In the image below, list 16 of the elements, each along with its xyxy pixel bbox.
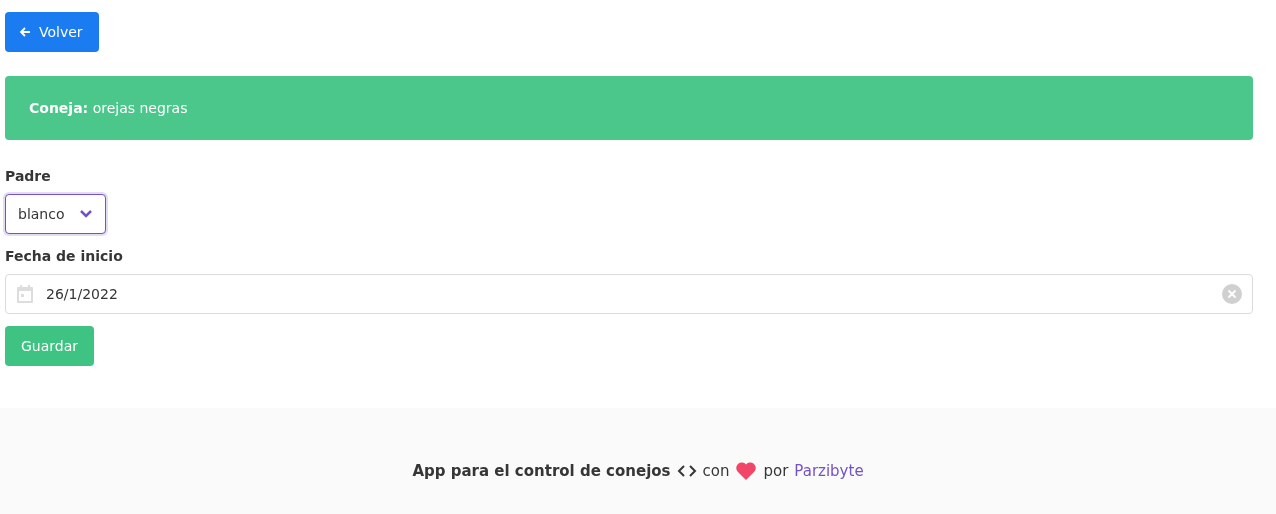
arrow-left-icon — [19, 26, 31, 38]
back-button[interactable]: Volver — [5, 12, 99, 52]
calendar-icon — [16, 284, 34, 304]
clear-icon[interactable] — [1222, 284, 1242, 304]
field-label: Padre — [5, 168, 51, 184]
father-select[interactable]: blanco — [5, 194, 106, 234]
notification: Coneja: orejas negras — [29, 100, 188, 116]
field-label: Fecha de inicio — [5, 248, 123, 264]
footer-text: con — [702, 462, 730, 480]
footer-text: por — [763, 462, 789, 480]
date-field[interactable]: 26/1/2022 — [5, 274, 1253, 314]
chevron-down-icon — [78, 209, 93, 219]
author-link[interactable]: Parzibyte — [794, 462, 864, 480]
code-icon — [676, 464, 697, 478]
footer-title: App para el control de conejos — [412, 462, 671, 480]
heart-icon — [735, 461, 758, 481]
